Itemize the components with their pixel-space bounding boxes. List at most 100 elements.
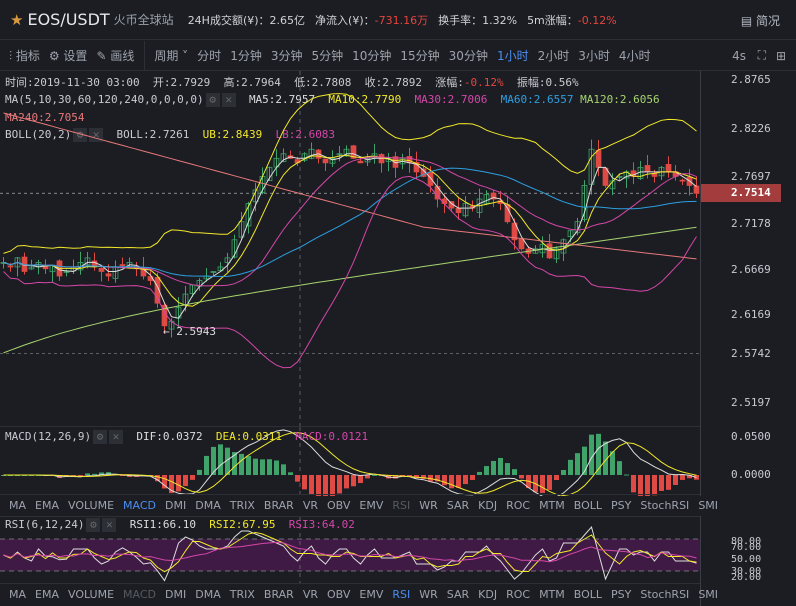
- ma5-line: [3, 153, 697, 319]
- price-tick: 2.8226: [731, 121, 771, 135]
- indicator-tab-vr[interactable]: VR: [303, 588, 318, 601]
- indicator-tab-kdj[interactable]: KDJ: [478, 499, 497, 512]
- indicator-tab-ema[interactable]: EMA: [35, 499, 59, 512]
- indicator-tab-sar[interactable]: SAR: [447, 499, 469, 512]
- macd-settings-icon[interactable]: ⚙: [93, 430, 108, 444]
- macd-bar: [554, 475, 559, 481]
- settings-button[interactable]: ⚙ 设置: [49, 47, 88, 64]
- macd-bar: [246, 455, 251, 475]
- indicator-tab-ma[interactable]: MA: [9, 588, 26, 601]
- indicator-tab-boll[interactable]: BOLL: [574, 499, 602, 512]
- indicator-tab-ema[interactable]: EMA: [35, 588, 59, 601]
- indicator-tab-roc[interactable]: ROC: [506, 588, 530, 601]
- candle: [119, 257, 126, 267]
- indicator-tab-volume[interactable]: VOLUME: [68, 499, 114, 512]
- macd-bar: [288, 472, 293, 475]
- candle: [91, 252, 98, 271]
- indicator-tab-stochrsi[interactable]: StochRSI: [640, 499, 689, 512]
- indicator-tab-rsi[interactable]: RSI: [392, 499, 410, 512]
- indicator-tab-psy[interactable]: PSY: [611, 499, 631, 512]
- indicator-tab-volume[interactable]: VOLUME: [68, 588, 114, 601]
- candle: [378, 153, 385, 173]
- add-window-icon[interactable]: ⊞: [776, 49, 786, 63]
- macd-legend: MACD(12,26,9) ⚙ ✕ DIF:0.0372 DEA:0.0311 MA…: [5, 430, 369, 444]
- interval-5[interactable]: 15分钟: [400, 49, 439, 63]
- indicator-tab-smi[interactable]: SMI: [698, 588, 718, 601]
- candle: [14, 257, 21, 277]
- interval-3[interactable]: 5分钟: [311, 49, 343, 63]
- candle: [322, 158, 329, 172]
- macd-close-icon[interactable]: ✕: [109, 430, 124, 444]
- indicator-tab-brar[interactable]: BRAR: [264, 499, 294, 512]
- interval-2[interactable]: 3分钟: [271, 49, 303, 63]
- indicator-tab-vr[interactable]: VR: [303, 499, 318, 512]
- macd-bar: [680, 475, 685, 480]
- indicator-tab-boll[interactable]: BOLL: [574, 588, 602, 601]
- indicator-tab-dma[interactable]: DMA: [195, 588, 221, 601]
- indicator-tab-mtm[interactable]: MTM: [539, 499, 565, 512]
- macd-bar: [267, 459, 272, 475]
- brief-button[interactable]: ▤ 简况: [741, 12, 780, 29]
- macd-bar: [239, 453, 244, 475]
- interval-4[interactable]: 10分钟: [352, 49, 391, 63]
- indicator-tab-smi[interactable]: SMI: [698, 499, 718, 512]
- price-tick: 2.5742: [731, 346, 771, 360]
- rsi-settings-icon[interactable]: ⚙: [86, 518, 101, 532]
- favorite-star-icon[interactable]: ★: [10, 11, 23, 29]
- indicator-tab-stochrsi[interactable]: StochRSI: [640, 588, 689, 601]
- indicator-tab-brar[interactable]: BRAR: [264, 588, 294, 601]
- indicator-tab-emv[interactable]: EMV: [359, 499, 383, 512]
- indicator-tab-roc[interactable]: ROC: [506, 499, 530, 512]
- candle: [490, 190, 497, 208]
- macd-bar: [190, 475, 195, 480]
- indicator-tab-rsi[interactable]: RSI: [392, 588, 410, 601]
- macd-bar: [323, 475, 328, 496]
- macd-bar: [512, 469, 517, 475]
- macd-bar: [302, 475, 307, 490]
- indicator-tab-mtm[interactable]: MTM: [539, 588, 565, 601]
- indicator-tab-wr[interactable]: WR: [419, 499, 438, 512]
- period-dropdown[interactable]: 周期 ˅: [154, 47, 188, 64]
- interval-9[interactable]: 3小时: [578, 49, 610, 63]
- indicator-tab-trix[interactable]: TRIX: [230, 499, 255, 512]
- stat-2: 换手率：1.32%: [438, 13, 518, 27]
- indicator-tab-dmi[interactable]: DMI: [165, 588, 186, 601]
- macd-bar: [358, 475, 363, 484]
- indicator-tab-macd[interactable]: MACD: [123, 588, 156, 601]
- interval-10[interactable]: 4小时: [619, 49, 651, 63]
- interval-1[interactable]: 1分钟: [230, 49, 262, 63]
- indicator-tab-psy[interactable]: PSY: [611, 588, 631, 601]
- rsi-close-icon[interactable]: ✕: [102, 518, 117, 532]
- indicator-tab-obv[interactable]: OBV: [327, 588, 350, 601]
- candle: [539, 236, 546, 258]
- macd-bar: [547, 475, 552, 490]
- draw-button[interactable]: ✎ 画线: [96, 47, 134, 64]
- candlestick-chart[interactable]: [0, 71, 700, 426]
- interval-0[interactable]: 分时: [197, 49, 221, 63]
- indicators-button[interactable]: ⫶ 指标: [9, 47, 40, 64]
- indicator-tab-sar[interactable]: SAR: [447, 588, 469, 601]
- rsi-legend: RSI(6,12,24) ⚙ ✕ RSI1:66.10 RSI2:67.95 RSI…: [5, 518, 355, 532]
- refresh-interval[interactable]: 4s: [732, 49, 746, 63]
- indicator-tab-emv[interactable]: EMV: [359, 588, 383, 601]
- indicator-tab-obv[interactable]: OBV: [327, 499, 350, 512]
- stat-1: 净流入(¥)：-731.16万: [315, 13, 429, 27]
- indicator-tab-wr[interactable]: WR: [419, 588, 438, 601]
- macd-bar: [484, 466, 489, 475]
- interval-6[interactable]: 30分钟: [449, 49, 488, 63]
- interval-7[interactable]: 1小时: [497, 49, 529, 63]
- indicator-tab-ma[interactable]: MA: [9, 499, 26, 512]
- indicator-tab-macd[interactable]: MACD: [123, 499, 156, 512]
- candle: [77, 251, 84, 275]
- indicator-tab-dmi[interactable]: DMI: [165, 499, 186, 512]
- price-axis: 2.8765 2.8226 2.7697 2.7178 2.6669 2.6169 2.57…: [700, 71, 796, 426]
- low-marker: ← 2.5943: [163, 325, 216, 338]
- interval-8[interactable]: 2小时: [538, 49, 570, 63]
- macd-bar: [260, 459, 265, 475]
- indicator-tab-kdj[interactable]: KDJ: [478, 588, 497, 601]
- macd-bar: [477, 471, 482, 475]
- indicator-tab-dma[interactable]: DMA: [195, 499, 221, 512]
- indicator-tab-trix[interactable]: TRIX: [230, 588, 255, 601]
- candle: [21, 252, 28, 275]
- fullscreen-icon[interactable]: ⛶: [758, 48, 766, 63]
